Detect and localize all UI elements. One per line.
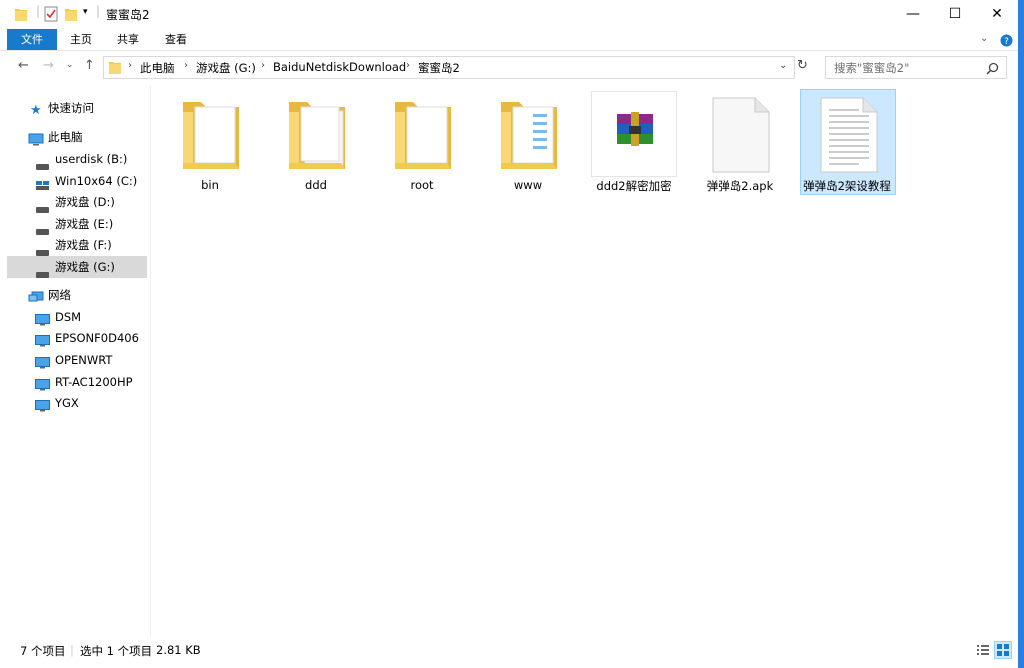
expand-ribbon-icon[interactable]: ⌄ — [980, 33, 988, 44]
status-bar: 7 个项目 | 选中 1 个项目 2.81 KB — [0, 639, 1018, 663]
sidebar-item-drive-e[interactable]: 游戏盘 (E:) — [0, 213, 148, 235]
file-item-root[interactable]: root — [375, 90, 469, 194]
file-name: root — [410, 178, 434, 192]
breadcrumb-current-folder[interactable]: 蜜蜜岛2 — [418, 60, 460, 76]
sidebar-item-drive-g[interactable]: 游戏盘 (G:) — [7, 256, 147, 278]
folder-icon[interactable] — [14, 6, 28, 26]
file-item-www[interactable]: www — [481, 90, 575, 194]
folder-icon — [395, 102, 451, 169]
drive-icon — [36, 264, 49, 286]
breadcrumb-drive-g[interactable]: 游戏盘 (G:) — [196, 60, 256, 76]
monitor-icon — [35, 397, 50, 419]
winrar-archive-icon — [617, 112, 653, 146]
breadcrumb-this-pc[interactable]: 此电脑 — [140, 60, 175, 76]
svg-text:?: ? — [1004, 37, 1009, 47]
folder-icon — [183, 102, 239, 169]
selection-size: 2.81 KB — [156, 643, 201, 657]
file-list: bin ddd root www ddd2解密加密 弹弹岛2.apk 弹弹岛2架… — [151, 85, 1018, 636]
sidebar-item-drive-f[interactable]: 游戏盘 (F:) — [0, 234, 148, 256]
sidebar-item-drive-c[interactable]: Win10x64 (C:) — [0, 170, 148, 192]
sidebar-item-ygx[interactable]: YGX — [0, 392, 148, 414]
back-arrow-icon[interactable]: ← — [18, 58, 29, 73]
properties-icon[interactable] — [44, 6, 58, 26]
folder-icon — [289, 102, 345, 169]
folder-icon — [108, 59, 122, 79]
refresh-icon[interactable]: ↻ — [797, 58, 808, 73]
sidebar-item-this-pc[interactable]: 此电脑 — [0, 126, 148, 148]
selection-count: 选中 1 个项目 — [80, 644, 153, 658]
file-item-setup-guide[interactable]: 弹弹岛2架设教程 — [800, 89, 896, 195]
search-input[interactable]: 搜索"蜜蜜岛2" — [825, 56, 1007, 79]
details-view-icon[interactable] — [976, 643, 990, 660]
minimize-button[interactable]: — — [890, 0, 936, 29]
ribbon-tabs: 文件 主页 共享 查看 ⌄ ? — [0, 29, 1018, 51]
maximize-button[interactable]: ☐ — [932, 0, 978, 29]
breadcrumb-baidunetdiskdownload[interactable]: BaiduNetdiskDownload — [273, 60, 406, 74]
sidebar-item-quick-access[interactable]: ★ 快速访问 — [0, 97, 148, 119]
address-dropdown-icon[interactable]: ⌄ — [779, 60, 787, 71]
close-button[interactable]: ✕ — [974, 0, 1018, 29]
sidebar-item-drive-d[interactable]: 游戏盘 (D:) — [0, 191, 148, 213]
sidebar-item-epsonf0d406[interactable]: EPSONF0D406 — [0, 327, 148, 349]
sidebar-item-network[interactable]: 网络 — [0, 284, 148, 306]
desktop-edge — [1018, 0, 1024, 668]
window-title: 蜜蜜岛2 — [106, 8, 150, 22]
folder-icon — [501, 102, 557, 169]
tab-home[interactable]: 主页 — [60, 29, 102, 50]
sidebar-item-drive-b[interactable]: userdisk (B:) — [0, 148, 148, 170]
tab-view[interactable]: 查看 — [155, 29, 197, 50]
text-document-icon — [820, 97, 878, 173]
file-item-apk[interactable]: 弹弹岛2.apk — [693, 90, 787, 194]
forward-arrow-icon[interactable]: → — [43, 58, 54, 73]
title-bar: | ▾ | 蜜蜜岛2 — ☐ ✕ — [0, 0, 1018, 29]
file-item-bin[interactable]: bin — [163, 90, 257, 194]
file-name: 弹弹岛2架设教程 — [803, 179, 891, 193]
navigation-pane: ★ 快速访问 此电脑 userdisk (B:) Win10x64 (C:) 游… — [0, 85, 151, 636]
explorer-window: | ▾ | 蜜蜜岛2 — ☐ ✕ 文件 主页 共享 查看 ⌄ ? ← → ⌄ ↑… — [0, 0, 1018, 668]
sidebar-item-openwrt[interactable]: OPENWRT — [0, 349, 148, 371]
file-item-ddd[interactable]: ddd — [269, 90, 363, 194]
search-icon[interactable] — [986, 60, 999, 79]
search-placeholder: 搜索"蜜蜜岛2" — [834, 61, 910, 75]
file-name: ddd — [305, 178, 327, 192]
address-bar[interactable]: › 此电脑 › 游戏盘 (G:) › BaiduNetdiskDownload … — [103, 56, 795, 79]
file-name: 弹弹岛2.apk — [706, 179, 774, 193]
sidebar-item-dsm[interactable]: DSM — [0, 306, 148, 328]
file-name: bin — [201, 178, 219, 192]
star-icon: ★ — [30, 103, 42, 118]
tab-share[interactable]: 共享 — [107, 29, 149, 50]
file-name: www — [513, 178, 543, 192]
customize-chevron-icon[interactable]: ▾ — [83, 7, 88, 17]
up-arrow-icon[interactable]: ↑ — [84, 58, 95, 73]
tab-file[interactable]: 文件 — [7, 29, 57, 50]
file-icon — [712, 97, 770, 173]
recent-locations-icon[interactable]: ⌄ — [66, 60, 74, 70]
file-item-rar-archive[interactable]: ddd2解密加密 — [587, 90, 681, 194]
item-count: 7 个项目 — [20, 644, 66, 658]
file-name: ddd2解密加密 — [596, 179, 672, 193]
new-folder-icon[interactable] — [64, 6, 78, 26]
large-icons-view-icon[interactable] — [994, 641, 1012, 659]
help-icon[interactable]: ? — [1000, 32, 1013, 51]
sidebar-item-rt-ac1200hp[interactable]: RT-AC1200HP — [0, 371, 148, 393]
